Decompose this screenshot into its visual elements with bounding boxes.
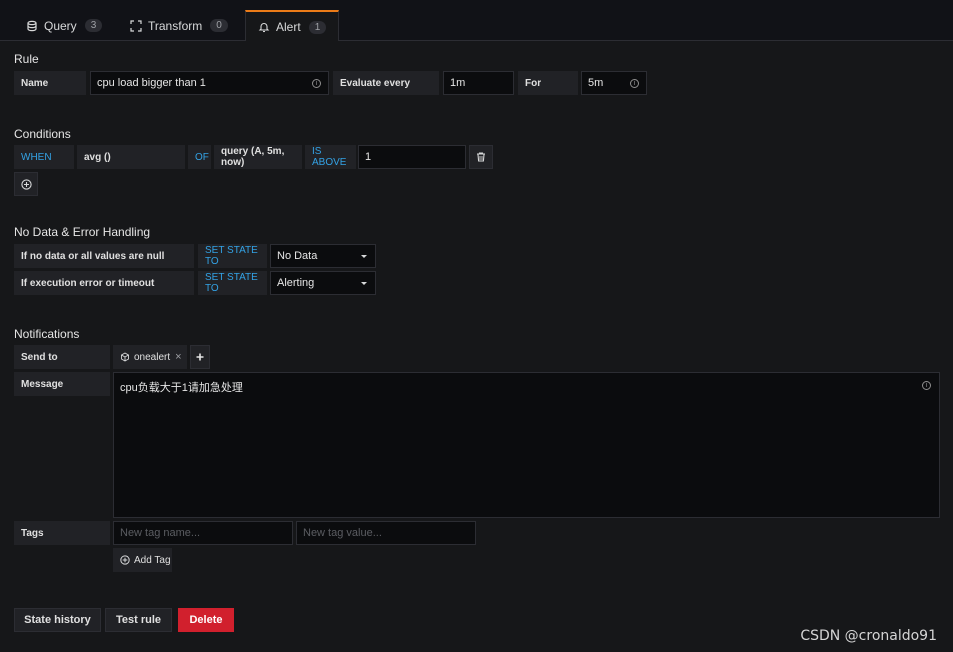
tab-count-badge: 3 (84, 19, 103, 32)
info-icon[interactable]: i (922, 381, 931, 390)
add-channel-button[interactable] (190, 345, 210, 369)
info-icon[interactable]: i (312, 79, 321, 88)
trash-icon (477, 152, 485, 162)
of-keyword: OF (188, 145, 211, 169)
tab-alert[interactable]: Alert 1 (245, 10, 340, 42)
plus-icon (196, 353, 204, 361)
nodata-section-title: No Data & Error Handling (14, 225, 151, 239)
bell-icon (258, 23, 270, 33)
tag-value-input[interactable]: New tag value... (296, 521, 476, 545)
tab-transform[interactable]: Transform 0 (118, 10, 240, 41)
info-icon[interactable]: i (630, 79, 639, 88)
caret-down-icon (361, 255, 367, 258)
reducer-selector[interactable]: avg () (77, 145, 185, 169)
no-data-state-value: No Data (277, 250, 318, 262)
tag-name-placeholder: New tag name... (120, 527, 201, 539)
set-state-keyword: SET STATE TO (198, 271, 267, 295)
test-rule-button[interactable]: Test rule (105, 608, 172, 632)
evaluate-every-value: 1m (450, 77, 466, 89)
message-textarea[interactable]: cpu负载大于1请加急处理 i (113, 372, 940, 518)
for-input[interactable]: 5m i (581, 71, 647, 95)
channel-name: onealert (134, 351, 171, 363)
tab-query[interactable]: Query 3 (14, 10, 114, 41)
channel-tag: onealert × (113, 345, 187, 369)
threshold-input[interactable]: 1 (358, 145, 466, 169)
tags-label: Tags (14, 521, 110, 545)
add-tag-button[interactable]: Add Tag (113, 548, 172, 572)
notifications-section-title: Notifications (14, 327, 80, 341)
message-label: Message (14, 372, 110, 396)
database-icon (27, 20, 37, 31)
delete-condition-button[interactable] (469, 145, 493, 169)
rule-name-input[interactable]: cpu load bigger than 1 i (90, 71, 329, 95)
state-history-button[interactable]: State history (14, 608, 101, 632)
cube-icon (121, 352, 129, 362)
no-data-label: If no data or all values are null (14, 244, 194, 268)
message-text: cpu负载大于1请加急处理 (120, 382, 243, 394)
remove-channel-icon[interactable]: × (175, 351, 181, 363)
send-to-label: Send to (14, 345, 110, 369)
tab-label: Transform (148, 18, 203, 33)
add-tag-label: Add Tag (134, 554, 171, 566)
threshold-value: 1 (365, 151, 372, 163)
tag-name-input[interactable]: New tag name... (113, 521, 293, 545)
execution-error-state-value: Alerting (277, 277, 315, 289)
no-data-state-select[interactable]: No Data (270, 244, 376, 268)
tab-bar: Query 3 Transform 0 Alert 1 (0, 0, 953, 42)
evaluate-every-input[interactable]: 1m (443, 71, 514, 95)
rule-name-value: cpu load bigger than 1 (97, 77, 206, 89)
query-selector[interactable]: query (A, 5m, now) (214, 145, 302, 169)
evaluate-every-label: Evaluate every (333, 71, 439, 95)
tab-count-badge: 1 (308, 20, 327, 34)
when-keyword: WHEN (14, 145, 74, 169)
caret-down-icon (361, 282, 367, 285)
tag-value-placeholder: New tag value... (303, 527, 382, 539)
alert-panel: Rule Name cpu load bigger than 1 i Evalu… (3, 41, 953, 652)
for-label: For (518, 71, 578, 95)
execution-error-state-select[interactable]: Alerting (270, 271, 376, 295)
for-value: 5m (588, 77, 604, 89)
transform-icon (130, 19, 142, 32)
plus-circle-icon (120, 555, 130, 565)
conditions-section-title: Conditions (14, 127, 71, 141)
plus-circle-icon (20, 178, 32, 190)
watermark: CSDN @cronaldo91 (800, 628, 937, 644)
delete-button[interactable]: Delete (178, 608, 234, 632)
name-label: Name (14, 71, 86, 95)
tab-label: Alert (276, 20, 301, 34)
tab-count-badge: 0 (210, 19, 228, 32)
execution-error-label: If execution error or timeout (14, 271, 194, 295)
evaluator-selector[interactable]: IS ABOVE (305, 145, 356, 169)
tab-label: Query (44, 18, 77, 33)
rule-section-title: Rule (14, 52, 39, 66)
set-state-keyword: SET STATE TO (198, 244, 267, 268)
add-condition-button[interactable] (14, 172, 38, 196)
